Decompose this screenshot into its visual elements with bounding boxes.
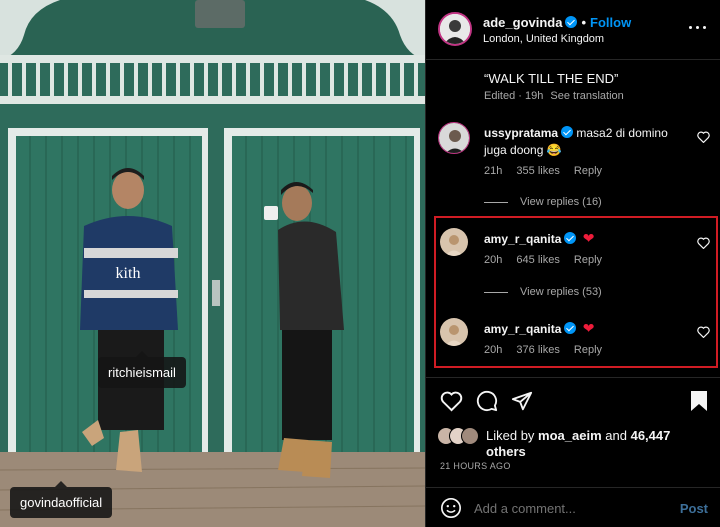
post-location[interactable]: London, United Kingdom [483, 33, 604, 45]
laughing-emoji-icon: 😂 [546, 143, 562, 157]
follow-button[interactable]: Follow [590, 15, 631, 30]
author-line: ade_govinda • Follow [483, 15, 631, 30]
reply-button[interactable]: Reply [574, 344, 602, 356]
comment-username[interactable]: amy_r_qanita [484, 232, 561, 246]
view-replies-button[interactable]: View replies (16) [484, 196, 602, 208]
comment-likes[interactable]: 645 likes [516, 254, 559, 266]
comment-meta: 21h 355 likes Reply [484, 165, 613, 177]
separator-dot: • [581, 15, 587, 30]
liked-by-others[interactable]: others [486, 444, 526, 459]
post-detail-panel: ade_govinda • Follow London, United Kingdo… [425, 0, 720, 527]
comment-line-1: ussypratama masa2 di domino [484, 125, 684, 142]
comment-meta: 20h 376 likes Reply [484, 344, 613, 356]
caption-text: “WALK TILL THE END” [484, 71, 619, 86]
comment-username[interactable]: ussypratama [484, 126, 558, 140]
view-replies-button[interactable]: View replies (53) [484, 286, 602, 298]
comment-avatar[interactable] [440, 318, 468, 346]
liked-by-count[interactable]: 46,447 [631, 428, 671, 443]
comment-line-2: juga doong 😂 [484, 142, 684, 159]
like-comment-heart-icon[interactable] [697, 131, 710, 143]
reply-button[interactable]: Reply [574, 165, 602, 177]
caption-meta: Edited · 19h See translation [484, 90, 628, 102]
view-replies-label: View replies (53) [520, 286, 602, 298]
post-header: ade_govinda • Follow London, United Kingdo… [426, 0, 720, 60]
red-heart-emoji-icon: ❤ [582, 320, 595, 336]
view-replies-label: View replies (16) [520, 196, 602, 208]
comment-likes[interactable]: 376 likes [516, 344, 559, 356]
comment-time: 20h [484, 254, 503, 266]
replies-line [484, 291, 508, 293]
like-comment-heart-icon[interactable] [697, 237, 710, 249]
comment-time: 21h [484, 165, 503, 177]
comment-bubble-icon[interactable] [476, 390, 498, 412]
actions-divider [426, 377, 720, 378]
comment-text-part1: masa2 di domino [576, 126, 668, 140]
comment-username[interactable]: amy_r_qanita [484, 322, 561, 336]
comment-avatar[interactable] [440, 228, 468, 256]
like-heart-icon[interactable] [440, 390, 463, 412]
share-paper-plane-icon[interactable] [511, 390, 533, 412]
save-bookmark-icon[interactable] [690, 390, 708, 412]
more-options-icon[interactable] [689, 26, 707, 30]
liked-by-text: Liked by moa_aeim and 46,447 others [486, 428, 706, 460]
commenter-avatar-image [440, 228, 468, 256]
emoji-picker-icon[interactable] [440, 497, 462, 519]
post-photo[interactable]: kith ritchieismail govindaofficial [0, 0, 425, 527]
svg-text:kith: kith [116, 265, 141, 282]
liked-by-user[interactable]: moa_aeim [538, 428, 602, 443]
author-avatar-image [440, 14, 470, 44]
comment-meta: 20h 645 likes Reply [484, 254, 613, 266]
verified-badge-icon [564, 322, 577, 334]
liker-avatar [461, 427, 479, 445]
liked-by-prefix: Liked by [486, 428, 535, 443]
add-comment-bar: Add a comment... Post [426, 487, 720, 527]
liked-by-and: and [605, 428, 627, 443]
photo-tag-govindaofficial[interactable]: govindaofficial [10, 481, 113, 518]
like-comment-heart-icon[interactable] [697, 326, 710, 338]
verified-badge-icon [564, 232, 577, 244]
comment-line-1: amy_r_qanita ❤ [484, 230, 594, 248]
photo-illustration: kith [0, 0, 425, 527]
replies-line [484, 201, 508, 203]
comment-body: ussypratama masa2 di domino juga doong 😂 [484, 125, 684, 159]
verified-badge-icon [561, 126, 574, 138]
post-comment-button[interactable]: Post [680, 501, 708, 516]
commenter-avatar-image [439, 123, 469, 153]
caption-edited: Edited · 19h [484, 90, 544, 102]
see-translation-link[interactable]: See translation [550, 90, 623, 102]
author-avatar[interactable] [438, 12, 472, 46]
red-heart-emoji-icon: ❤ [582, 230, 595, 246]
reply-button[interactable]: Reply [574, 254, 602, 266]
comment-likes[interactable]: 355 likes [516, 165, 559, 177]
verified-badge-icon [565, 16, 578, 28]
post-timestamp[interactable]: 21 HOURS AGO [440, 461, 511, 471]
photo-tag-ritchieismail[interactable]: ritchieismail [98, 351, 186, 388]
commenter-avatar-image [440, 318, 468, 346]
add-comment-input[interactable]: Add a comment... [474, 501, 576, 516]
author-username[interactable]: ade_govinda [483, 15, 562, 30]
comment-line-1: amy_r_qanita ❤ [484, 320, 594, 338]
comment-avatar[interactable] [438, 122, 470, 154]
comment-text-part2: juga doong [484, 143, 544, 157]
comment-time: 20h [484, 344, 503, 356]
